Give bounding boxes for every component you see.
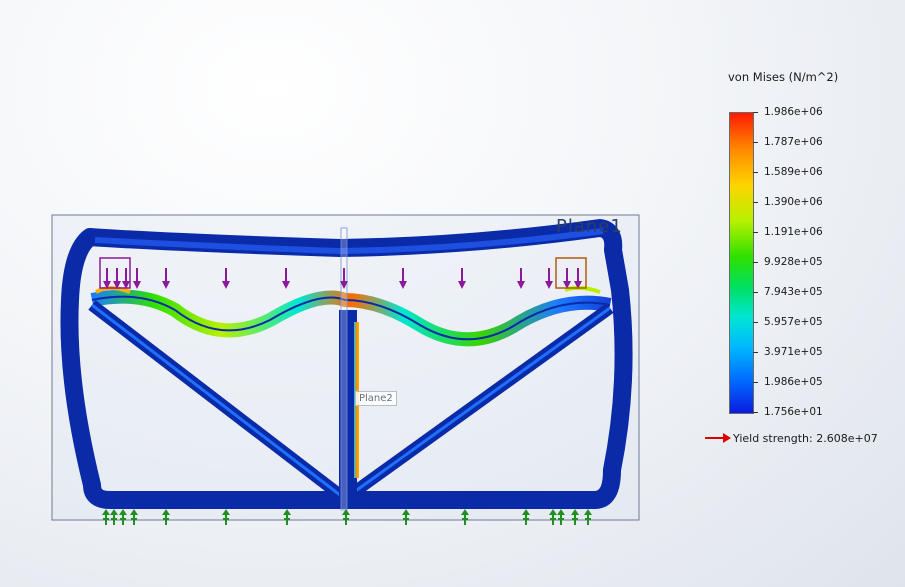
- legend-label: 7.943e+05: [764, 286, 823, 298]
- legend-tick: [753, 412, 758, 413]
- legend-title: von Mises (N/m^2): [728, 70, 839, 84]
- legend-label: 1.787e+06: [764, 136, 823, 148]
- legend-tick: [753, 322, 758, 323]
- legend-ticks: 1.986e+06 1.787e+06 1.589e+06 1.390e+06 1.19…: [753, 106, 843, 418]
- legend-label: 1.191e+06: [764, 226, 823, 238]
- legend-tick: [753, 142, 758, 143]
- graphics-viewport[interactable]: Plane1 Plane2 von Mises (N/m^2) 1.986e+0…: [0, 0, 905, 587]
- legend-label: 1.756e+01: [764, 406, 823, 418]
- legend-tick: [753, 232, 758, 233]
- legend-tick: [753, 352, 758, 353]
- legend-label: 1.986e+06: [764, 106, 823, 118]
- yield-strength: Yield strength: 2.608e+07: [705, 430, 878, 446]
- legend-tick: [753, 292, 758, 293]
- legend-label: 3.971e+05: [764, 346, 823, 358]
- plane1-label[interactable]: Plane1: [556, 216, 623, 237]
- legend-label: 1.986e+05: [764, 376, 823, 388]
- arrow-right-icon: [705, 433, 731, 443]
- legend-tick: [753, 382, 758, 383]
- legend-tick: [753, 112, 758, 113]
- legend-label: 1.390e+06: [764, 196, 823, 208]
- legend-tick: [753, 202, 758, 203]
- legend-label: 1.589e+06: [764, 166, 823, 178]
- legend-tick: [753, 262, 758, 263]
- legend-color-bar: [729, 112, 754, 414]
- legend-label: 5.957e+05: [764, 316, 823, 328]
- legend-label: 9.928e+05: [764, 256, 823, 268]
- plane2-label[interactable]: Plane2: [355, 391, 397, 406]
- yield-strength-text: Yield strength: 2.608e+07: [733, 431, 878, 445]
- legend-tick: [753, 172, 758, 173]
